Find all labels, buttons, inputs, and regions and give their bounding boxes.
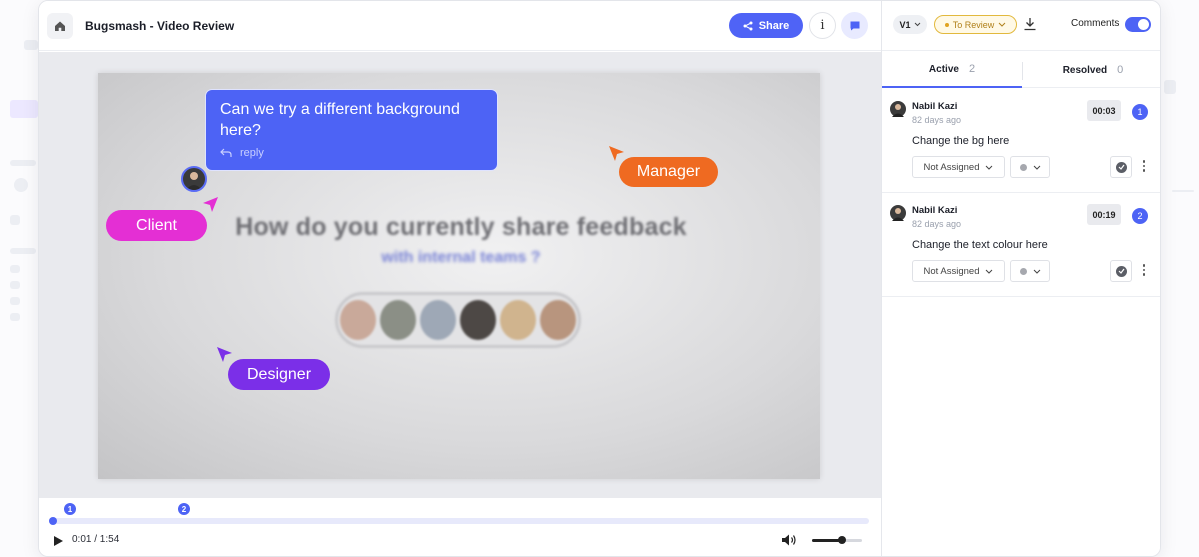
tab-label: Resolved bbox=[1062, 64, 1108, 76]
reply-label: reply bbox=[240, 147, 264, 159]
tab-count: 2 bbox=[968, 63, 976, 75]
chevron-down-icon bbox=[986, 165, 993, 170]
play-icon[interactable] bbox=[52, 535, 64, 547]
home-icon bbox=[55, 21, 65, 31]
resolve-button[interactable] bbox=[1110, 156, 1132, 178]
panel-header: V1 To Review Comments bbox=[882, 1, 1160, 51]
switch-knob bbox=[1138, 19, 1149, 30]
comment-time: 82 days ago bbox=[912, 115, 962, 125]
chevron-down-icon bbox=[986, 269, 993, 274]
comment-tabs: Active 2 Resolved 0 bbox=[882, 52, 1160, 88]
manager-tag: Manager bbox=[619, 157, 718, 187]
designer-cursor-icon bbox=[217, 347, 232, 362]
face-image bbox=[380, 300, 416, 340]
video-subheadline: with internal teams ? bbox=[381, 249, 541, 266]
chevron-down-icon bbox=[1033, 269, 1040, 274]
comment-timestamp[interactable]: 00:19 bbox=[1087, 204, 1121, 225]
designer-tag: Designer bbox=[228, 359, 330, 390]
check-circle-icon bbox=[1115, 161, 1127, 173]
user-icon bbox=[186, 172, 202, 190]
top-bar: Bugsmash - Video Review Share i bbox=[39, 1, 881, 51]
status-select[interactable]: To Review bbox=[934, 15, 1017, 34]
comment-timestamp[interactable]: 00:03 bbox=[1087, 100, 1121, 121]
tab-active[interactable]: Active 2 bbox=[882, 52, 1022, 88]
priority-select[interactable] bbox=[1010, 156, 1050, 178]
comment-marker[interactable]: 2 bbox=[178, 503, 190, 515]
face-image bbox=[340, 300, 376, 340]
assignee-select[interactable]: Not Assigned bbox=[912, 156, 1005, 178]
video-player: How do you currently share feedback with… bbox=[39, 52, 881, 498]
resolve-button[interactable] bbox=[1110, 260, 1132, 282]
comments-panel: V1 To Review Comments Active 2 Resolved bbox=[881, 1, 1160, 556]
player-controls: 1 2 0:01 / 1:54 bbox=[39, 498, 881, 556]
tab-label: Active bbox=[928, 63, 959, 75]
avatar bbox=[890, 101, 906, 117]
tab-count: 0 bbox=[1117, 64, 1124, 76]
comment-item[interactable]: Nabil Kazi 82 days ago 00:19 2 Change th… bbox=[882, 193, 1160, 297]
chevron-down-icon bbox=[1033, 165, 1040, 170]
comment-number-badge: 1 bbox=[1132, 104, 1148, 120]
chevron-down-icon bbox=[998, 22, 1006, 27]
chevron-down-icon bbox=[914, 22, 920, 27]
comment-text: Change the bg here bbox=[912, 135, 1010, 147]
assignee-value: Not Assigned bbox=[923, 265, 980, 277]
priority-dot-icon bbox=[1019, 267, 1027, 275]
volume-knob[interactable] bbox=[838, 536, 846, 544]
comment-bubble-text: Can we try a different background here? bbox=[220, 101, 460, 139]
comments-toggle-switch[interactable] bbox=[1125, 17, 1151, 32]
share-button[interactable]: Share bbox=[729, 13, 803, 38]
status-value: To Review bbox=[952, 19, 995, 30]
priority-dot-icon bbox=[1019, 163, 1027, 171]
more-options-icon[interactable] bbox=[1141, 160, 1147, 174]
comment-number-badge: 2 bbox=[1132, 208, 1148, 224]
comment-author: Nabil Kazi bbox=[912, 205, 958, 216]
info-button[interactable]: i bbox=[809, 12, 836, 39]
priority-select[interactable] bbox=[1010, 260, 1050, 282]
avatar bbox=[890, 205, 906, 221]
volume-icon[interactable] bbox=[781, 533, 797, 547]
more-options-icon[interactable] bbox=[1141, 264, 1147, 278]
assignee-value: Not Assigned bbox=[923, 161, 980, 173]
face-image bbox=[420, 300, 456, 340]
page-title: Bugsmash - Video Review bbox=[85, 18, 235, 33]
status-dot-icon bbox=[944, 22, 949, 27]
volume-slider[interactable] bbox=[812, 536, 862, 544]
comments-toggle-label: Comments bbox=[1071, 18, 1120, 29]
version-select[interactable]: V1 bbox=[893, 15, 927, 34]
review-window: Bugsmash - Video Review Share i How do y… bbox=[38, 0, 1161, 557]
tab-resolved[interactable]: Resolved 0 bbox=[1023, 52, 1160, 88]
client-tag: Client bbox=[106, 210, 207, 241]
timeline-scrubber[interactable] bbox=[49, 517, 869, 525]
version-value: V1 bbox=[899, 19, 911, 30]
face-image bbox=[540, 300, 576, 340]
time-display: 0:01 / 1:54 bbox=[72, 534, 120, 545]
video-headline: How do you currently share feedback bbox=[235, 213, 687, 241]
reply-button[interactable]: reply bbox=[220, 147, 483, 159]
user-icon bbox=[892, 208, 904, 221]
comment-author: Nabil Kazi bbox=[912, 101, 958, 112]
reply-icon bbox=[220, 148, 232, 157]
face-image bbox=[500, 300, 536, 340]
comment-time: 82 days ago bbox=[912, 219, 962, 229]
avatar-strip-image bbox=[335, 292, 581, 348]
commenter-avatar[interactable] bbox=[181, 166, 207, 192]
comment-item[interactable]: Nabil Kazi 82 days ago 00:03 1 Change th… bbox=[882, 89, 1160, 193]
comment-marker[interactable]: 1 bbox=[64, 503, 76, 515]
check-circle-icon bbox=[1115, 265, 1127, 277]
download-icon[interactable] bbox=[1023, 17, 1037, 31]
playhead[interactable] bbox=[49, 517, 57, 525]
client-cursor-icon bbox=[203, 197, 218, 212]
face-image bbox=[460, 300, 496, 340]
comment-icon bbox=[850, 21, 859, 30]
share-icon bbox=[743, 21, 753, 30]
home-button[interactable] bbox=[47, 12, 73, 39]
comments-panel-button[interactable] bbox=[841, 12, 868, 39]
comment-bubble[interactable]: Can we try a different background here? … bbox=[205, 89, 498, 171]
comment-text: Change the text colour here bbox=[912, 239, 1048, 251]
user-icon bbox=[892, 104, 904, 117]
assignee-select[interactable]: Not Assigned bbox=[912, 260, 1005, 282]
share-label: Share bbox=[758, 19, 790, 32]
